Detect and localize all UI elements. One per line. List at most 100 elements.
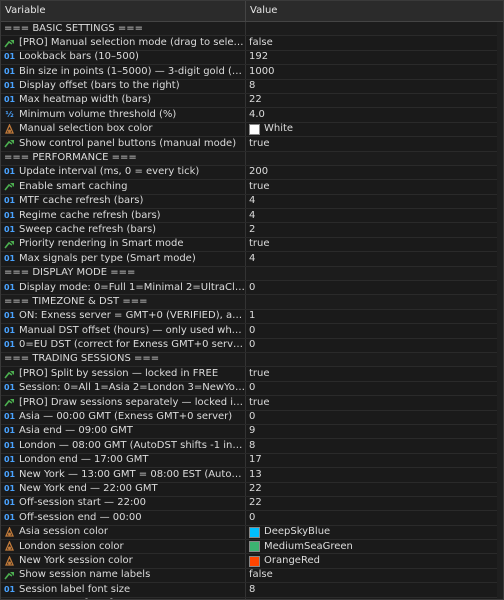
value-cell[interactable]: 8 [246, 80, 503, 93]
input-row[interactable]: 01 Manual DST offset (hours) — only used … [1, 324, 503, 339]
input-row[interactable]: 01 Session: 0=All 1=Asia 2=London 3=NewYo… [1, 381, 503, 397]
input-row[interactable]: Show control panel buttons (manual mode)… [1, 137, 503, 152]
input-row[interactable]: 01 Asia — 00:00 GMT (Exness GMT+0 server)… [1, 410, 503, 425]
value-cell[interactable]: true [246, 238, 503, 251]
input-row[interactable]: Enable smart caching true [1, 180, 503, 195]
section-header-row[interactable]: === TRADING SESSIONS === [1, 352, 503, 368]
value-text[interactable]: White [264, 123, 293, 136]
value-text[interactable]: 8 [249, 80, 255, 93]
value-cell[interactable]: 200 [246, 166, 503, 179]
value-cell[interactable]: 0 [246, 511, 503, 524]
input-row[interactable]: Manual selection box color White [1, 122, 503, 138]
value-text[interactable]: 22 [249, 497, 262, 510]
value-cell[interactable]: 0 [246, 281, 503, 294]
value-cell[interactable]: 192 [246, 51, 503, 64]
input-row[interactable]: 01 Asia end — 09:00 GMT 9 [1, 424, 503, 440]
input-row[interactable]: 01 Sweep cache refresh (bars) 2 [1, 223, 503, 238]
value-cell[interactable]: White [246, 123, 503, 136]
input-row[interactable]: [PRO] Split by session — locked in FREE t… [1, 367, 503, 382]
value-cell[interactable]: 1000 [246, 65, 503, 78]
input-row[interactable]: ½ Minimum volume threshold (%) 4.0 [1, 108, 503, 123]
value-text[interactable]: DeepSkyBlue [264, 526, 330, 539]
value-cell[interactable]: 17 [246, 454, 503, 467]
value-text[interactable]: OrangeRed [264, 554, 320, 567]
input-row[interactable]: 01 Regime cache refresh (bars) 4 [1, 209, 503, 224]
value-text[interactable]: 1 [249, 310, 255, 323]
input-row[interactable]: 01 New York end — 22:00 GMT 22 [1, 482, 503, 497]
value-column-header[interactable]: Value [246, 1, 503, 21]
value-cell[interactable]: 0 [246, 411, 503, 424]
input-row[interactable]: 01 ON: Exness server = GMT+0 (VERIFIED), … [1, 309, 503, 325]
color-swatch[interactable] [249, 526, 260, 538]
input-row[interactable]: 01 Off-session end — 00:00 0 [1, 511, 503, 526]
input-row[interactable]: 01 London end — 17:00 GMT 17 [1, 453, 503, 469]
value-text[interactable]: true [249, 137, 270, 150]
value-text[interactable]: 4.0 [249, 108, 265, 121]
value-text[interactable]: 8 [249, 439, 255, 452]
value-text[interactable]: 0 [249, 339, 255, 352]
input-row[interactable]: 01 MTF cache refresh (bars) 4 [1, 194, 503, 210]
value-cell[interactable]: true [246, 137, 503, 150]
section-header-row[interactable]: === DISPLAY MODE === [1, 266, 503, 282]
value-cell[interactable]: 13 [246, 468, 503, 481]
value-text[interactable]: true [249, 367, 270, 380]
input-row[interactable]: 01 Max signals per type (Smart mode) 4 [1, 252, 503, 267]
value-cell[interactable]: 22 [246, 483, 503, 496]
value-cell[interactable]: true [246, 180, 503, 193]
input-row[interactable]: New York session color OrangeRed [1, 554, 503, 569]
input-row[interactable]: [PRO] Draw sessions separately — locked … [1, 396, 503, 411]
input-row[interactable]: [PRO] Manual selection mode (drag to sel… [1, 36, 503, 51]
value-cell[interactable]: 4 [246, 252, 503, 265]
value-cell[interactable]: 4 [246, 195, 503, 208]
value-cell[interactable]: 0 [246, 324, 503, 337]
value-text[interactable]: 192 [249, 51, 268, 64]
input-row[interactable]: 01 Display offset (bars to the right) 8 [1, 79, 503, 94]
value-cell[interactable]: DeepSkyBlue [246, 526, 503, 539]
value-cell[interactable]: 0 [246, 382, 503, 395]
input-row[interactable]: 01 Off-session start — 22:00 22 [1, 496, 503, 512]
value-text[interactable]: false [249, 569, 273, 582]
value-text[interactable]: 0 [249, 324, 255, 337]
value-cell[interactable]: 8 [246, 439, 503, 452]
value-text[interactable]: 200 [249, 166, 268, 179]
input-row[interactable]: 01 London — 08:00 GMT (AutoDST shifts -1 … [1, 439, 503, 454]
input-row[interactable]: London session color MediumSeaGreen [1, 540, 503, 555]
value-text[interactable]: 22 [249, 94, 262, 107]
value-text[interactable]: 4 [249, 209, 255, 222]
value-text[interactable]: 0 [249, 511, 255, 524]
value-text[interactable]: 22 [249, 483, 262, 496]
input-row[interactable]: Asia session color DeepSkyBlue [1, 525, 503, 541]
value-text[interactable]: 1000 [249, 65, 274, 78]
value-text[interactable]: 4 [249, 195, 255, 208]
value-text[interactable]: true [249, 238, 270, 251]
value-cell[interactable]: 22 [246, 497, 503, 510]
value-cell[interactable]: OrangeRed [246, 554, 503, 567]
value-cell[interactable]: MediumSeaGreen [246, 540, 503, 553]
value-text[interactable]: 9 [249, 425, 255, 438]
value-cell[interactable]: 9 [246, 425, 503, 438]
value-text[interactable]: true [249, 180, 270, 193]
scrollbar[interactable] [497, 22, 503, 599]
value-text[interactable]: false [249, 36, 273, 49]
value-cell[interactable]: 22 [246, 94, 503, 107]
input-row[interactable]: Show session name labels false [1, 568, 503, 584]
value-cell[interactable]: true [246, 367, 503, 380]
value-text[interactable]: true [249, 396, 270, 409]
input-row[interactable]: 01 Session label font size 8 [1, 583, 503, 598]
value-cell[interactable]: 4.0 [246, 108, 503, 121]
input-row[interactable]: 01 0=EU DST (correct for Exness GMT+0 ser… [1, 338, 503, 353]
value-text[interactable]: MediumSeaGreen [264, 540, 353, 553]
value-cell[interactable]: 4 [246, 209, 503, 222]
input-row[interactable]: 01 Display mode: 0=Full 1=Minimal 2=Ultra… [1, 281, 503, 296]
value-cell[interactable]: 8 [246, 583, 503, 596]
value-text[interactable]: 0 [249, 281, 255, 294]
color-swatch[interactable] [249, 123, 260, 135]
value-text[interactable]: 17 [249, 454, 262, 467]
value-cell[interactable]: 2 [246, 223, 503, 236]
input-row[interactable]: 01 New York — 13:00 GMT = 08:00 EST (Auto… [1, 468, 503, 483]
input-row[interactable]: 01 Max heatmap width (bars) 22 [1, 93, 503, 109]
section-header-row[interactable]: === BASIC SETTINGS === [1, 22, 503, 37]
input-row[interactable]: 01 Lookback bars (10–500) 192 [1, 50, 503, 66]
input-row[interactable]: 01 Update interval (ms, 0 = every tick) 20… [1, 165, 503, 181]
section-header-row[interactable]: === PERFORMANCE === [1, 151, 503, 166]
